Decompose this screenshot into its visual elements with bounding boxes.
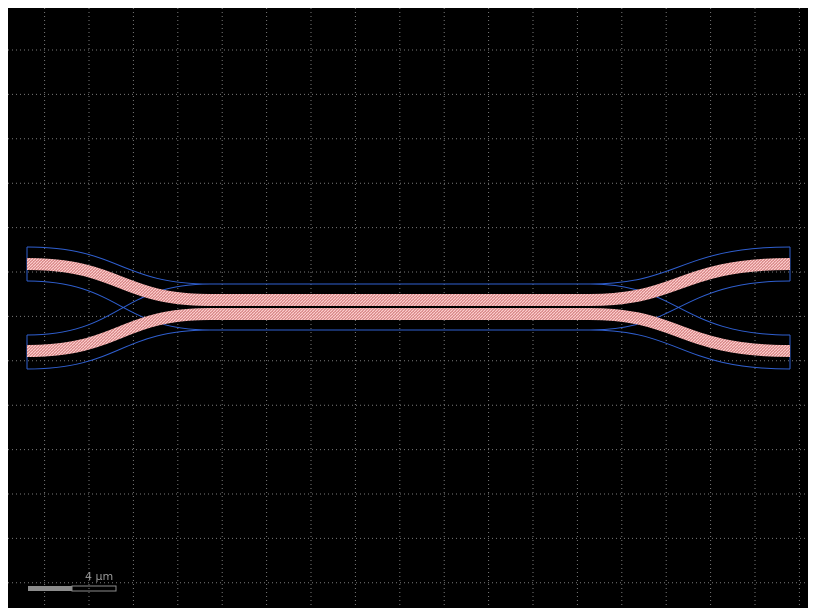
scale-bar-label: 4 µm	[85, 570, 113, 583]
scale-bar-filled	[28, 586, 72, 591]
layout-canvas: 4 µm	[0, 0, 816, 616]
